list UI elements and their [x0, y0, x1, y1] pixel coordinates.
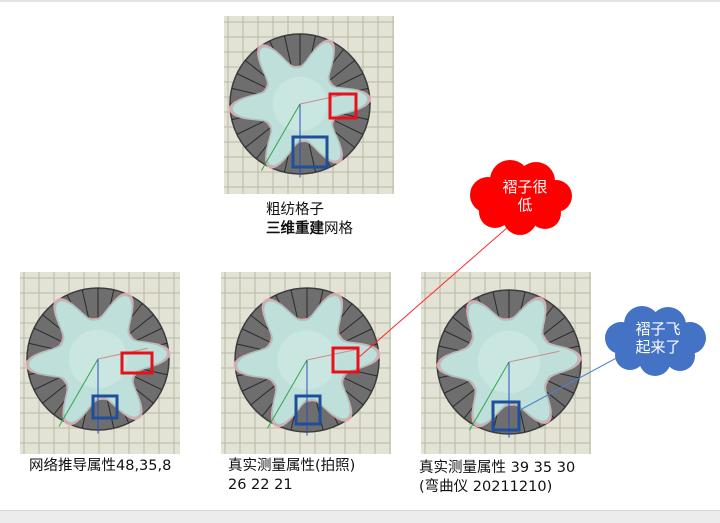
- callout-blue-line2: 起来了: [635, 338, 681, 356]
- bottom-bar: [0, 510, 720, 523]
- red-connector-line: [357, 219, 517, 359]
- callout-layer: [357, 160, 706, 411]
- blue-connector-line: [519, 354, 623, 411]
- callout-red-line2: 低: [517, 196, 533, 214]
- callout-red-text: 褶子很 低: [478, 178, 572, 214]
- callout-blue-line1: 褶子飞: [635, 320, 681, 338]
- callout-red-line1: 褶子很: [502, 178, 548, 196]
- callout-blue-text: 褶子飞 起来了: [612, 320, 704, 356]
